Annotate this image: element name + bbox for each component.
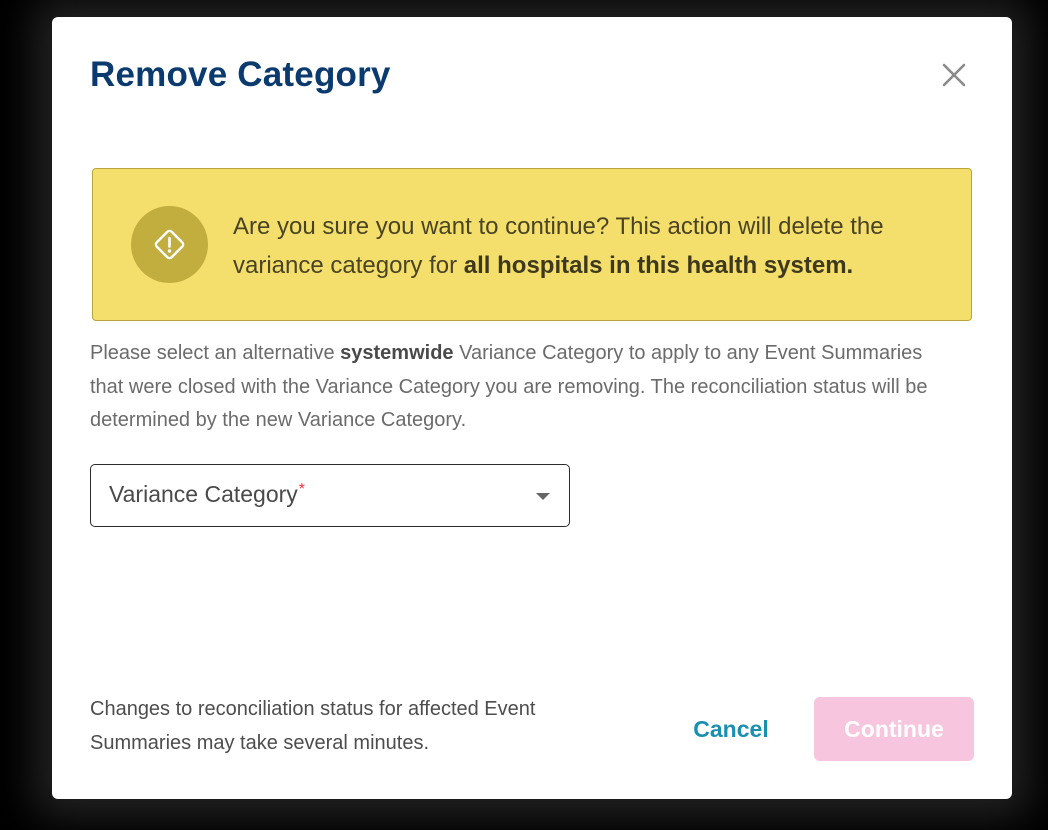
footer-note: Changes to reconciliation status for aff… — [90, 698, 536, 754]
select-label-text: Variance Category — [109, 481, 298, 507]
warning-text-emphasis: all hospitals in this health system. — [463, 252, 854, 279]
instruction-text: Please select an alternative systemwide … — [90, 337, 940, 438]
cancel-button[interactable]: Cancel — [676, 699, 786, 759]
select-label: Variance Category* — [109, 481, 305, 508]
warning-banner: Are you sure you want to continue? This … — [92, 168, 972, 321]
instruction-emphasis: systemwide — [340, 342, 454, 364]
close-button[interactable] — [936, 57, 972, 93]
continue-button[interactable]: Continue — [814, 697, 974, 761]
dialog-title: Remove Category — [90, 55, 391, 94]
warning-message: Are you sure you want to continue? This … — [233, 207, 953, 285]
warning-diamond-icon — [154, 229, 185, 260]
caret-down-icon — [536, 493, 550, 500]
warning-icon-badge — [131, 206, 208, 283]
remove-category-dialog: Remove Category Are you sure you want to… — [52, 17, 1012, 799]
close-icon — [942, 63, 966, 87]
required-marker: * — [298, 481, 306, 498]
instruction-part-1: Please select an alternative — [90, 342, 341, 364]
variance-category-select[interactable]: Variance Category* — [90, 464, 570, 527]
